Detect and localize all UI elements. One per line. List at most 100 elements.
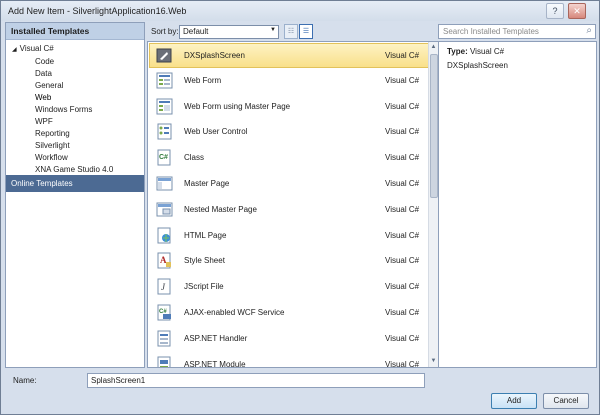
template-language: Visual C#: [385, 153, 420, 163]
chevron-down-icon: ▼: [270, 27, 276, 33]
category-item[interactable]: Data: [35, 68, 113, 80]
detail-description: DXSplashScreen: [447, 61, 508, 70]
help-button[interactable]: ?: [546, 3, 564, 19]
sort-by-value: Default: [183, 27, 209, 36]
scroll-thumb[interactable]: [430, 54, 438, 198]
window-title: Add New Item - SilverlightApplication16.…: [8, 6, 187, 16]
template-list-item[interactable]: A Style Sheet Visual C#: [150, 249, 428, 273]
template-list-item[interactable]: Master Page Visual C#: [150, 172, 428, 196]
template-detail-panel: Type: Visual C# DXSplashScreen: [438, 41, 597, 368]
template-language: Visual C#: [385, 282, 420, 292]
name-label: Name:: [13, 376, 37, 385]
detail-type-value: Visual C#: [469, 47, 505, 56]
category-item[interactable]: Workflow: [35, 152, 113, 164]
detail-type: Type: Visual C#: [447, 47, 504, 56]
scroll-down-icon[interactable]: ▼: [429, 357, 438, 366]
search-placeholder: Search Installed Templates: [443, 27, 539, 36]
template-language: Visual C#: [385, 204, 420, 214]
master-page-icon: [156, 175, 173, 192]
nested-master-icon: [156, 201, 173, 218]
handler-icon: [156, 330, 173, 347]
detail-type-label: Type:: [447, 47, 468, 56]
template-name: Web Form using Master Page: [184, 101, 291, 111]
template-name: HTML Page: [184, 230, 227, 240]
name-field-value: SplashScreen1: [91, 376, 146, 385]
template-list-item[interactable]: C# AJAX-enabled WCF Service Visual C#: [150, 301, 428, 325]
online-templates-item[interactable]: Online Templates: [6, 175, 144, 192]
add-new-item-dialog: Add New Item - SilverlightApplication16.…: [0, 0, 600, 415]
template-name: JScript File: [184, 282, 224, 292]
category-item[interactable]: Code: [35, 56, 113, 68]
template-language: Visual C#: [385, 101, 420, 111]
category-item[interactable]: General: [35, 80, 113, 92]
category-list: Code Data General Web Windows Forms WPF Report…: [35, 56, 113, 176]
vertical-scrollbar[interactable]: ▲ ▼: [428, 42, 438, 367]
template-list-item[interactable]: Nested Master Page Visual C#: [150, 198, 428, 222]
sort-by-dropdown[interactable]: Default ▼: [179, 25, 279, 39]
expand-arrow-icon[interactable]: ◢: [12, 47, 17, 53]
scroll-up-icon[interactable]: ▲: [429, 43, 438, 52]
category-item[interactable]: Reporting: [35, 128, 113, 140]
template-list: DXSplashScreen Visual C# Web Form Visual C#…: [147, 41, 439, 368]
web-form-master-icon: [156, 98, 173, 115]
template-name: Master Page: [184, 179, 230, 188]
tree-root-visual-csharp[interactable]: ◢ Visual C#: [12, 44, 54, 53]
template-categories-panel: Installed Templates ◢ Visual C# Code Data G…: [5, 22, 145, 368]
sort-bar: Sort by: Default ▼ ☷ ☰: [147, 22, 433, 40]
template-name: Class: [184, 153, 205, 163]
template-name: AJAX-enabled WCF Service: [184, 308, 285, 317]
splash-icon: [156, 47, 173, 64]
installed-templates-label: Installed Templates: [11, 26, 90, 36]
template-list-item[interactable]: C# Class Visual C#: [150, 146, 428, 170]
template-list-item[interactable]: ASP.NET Handler Visual C#: [150, 327, 428, 351]
medium-icons-view-icon[interactable]: ☰: [299, 24, 313, 39]
template-name: Nested Master Page: [184, 204, 257, 214]
template-language: Visual C#: [385, 51, 420, 60]
template-list-item[interactable]: HTML Page Visual C#: [150, 224, 428, 248]
svg-text:A: A: [160, 255, 167, 265]
svg-text:C#: C#: [159, 154, 168, 161]
search-icon[interactable]: ⌕: [586, 25, 592, 36]
template-list-item[interactable]: ASP.NET Module Visual C#: [150, 353, 428, 368]
jscript-icon: J: [156, 278, 173, 295]
template-name: ASP.NET Module: [184, 359, 246, 368]
name-field[interactable]: SplashScreen1: [87, 373, 425, 388]
template-language: Visual C#: [385, 75, 420, 85]
template-language: Visual C#: [385, 230, 420, 240]
template-list-item[interactable]: J JScript File Visual C#: [150, 275, 428, 299]
template-language: Visual C#: [385, 256, 420, 266]
template-name: DXSplashScreen: [184, 51, 245, 60]
search-installed-templates-input[interactable]: Search Installed Templates ⌕: [438, 24, 596, 39]
cancel-button[interactable]: Cancel: [543, 393, 589, 409]
online-templates-label: Online Templates: [11, 179, 73, 188]
title-bar: Add New Item - SilverlightApplication16.…: [1, 1, 599, 21]
sort-by-label: Sort by:: [151, 27, 179, 36]
template-name: Web Form: [184, 75, 222, 85]
template-list-item[interactable]: DXSplashScreen Visual C#: [149, 43, 430, 68]
template-name: Web User Control: [184, 127, 248, 137]
template-list-item[interactable]: Web User Control Visual C#: [150, 120, 428, 144]
template-language: Visual C#: [385, 359, 420, 368]
template-language: Visual C#: [385, 308, 420, 317]
category-item[interactable]: WPF: [35, 116, 113, 128]
category-item[interactable]: Silverlight: [35, 140, 113, 152]
add-button[interactable]: Add: [491, 393, 537, 409]
template-language: Visual C#: [385, 127, 420, 137]
html-page-icon: [156, 227, 173, 244]
user-control-icon: [156, 123, 173, 140]
template-language: Visual C#: [385, 333, 420, 343]
category-item[interactable]: Web: [35, 92, 113, 104]
small-icons-view-icon[interactable]: ☷: [284, 24, 298, 39]
template-language: Visual C#: [385, 179, 420, 188]
template-list-item[interactable]: Web Form using Master Page Visual C#: [150, 95, 428, 119]
category-item[interactable]: Windows Forms: [35, 104, 113, 116]
web-form-icon: [156, 72, 173, 89]
module-icon: [156, 356, 173, 367]
wcf-service-icon: C#: [156, 304, 173, 321]
class-icon: C#: [156, 149, 173, 166]
template-name: Style Sheet: [184, 256, 225, 266]
style-sheet-icon: A: [156, 252, 173, 269]
installed-templates-header[interactable]: Installed Templates: [6, 23, 144, 40]
close-button[interactable]: ✕: [568, 3, 586, 19]
template-list-item[interactable]: Web Form Visual C#: [150, 69, 428, 93]
